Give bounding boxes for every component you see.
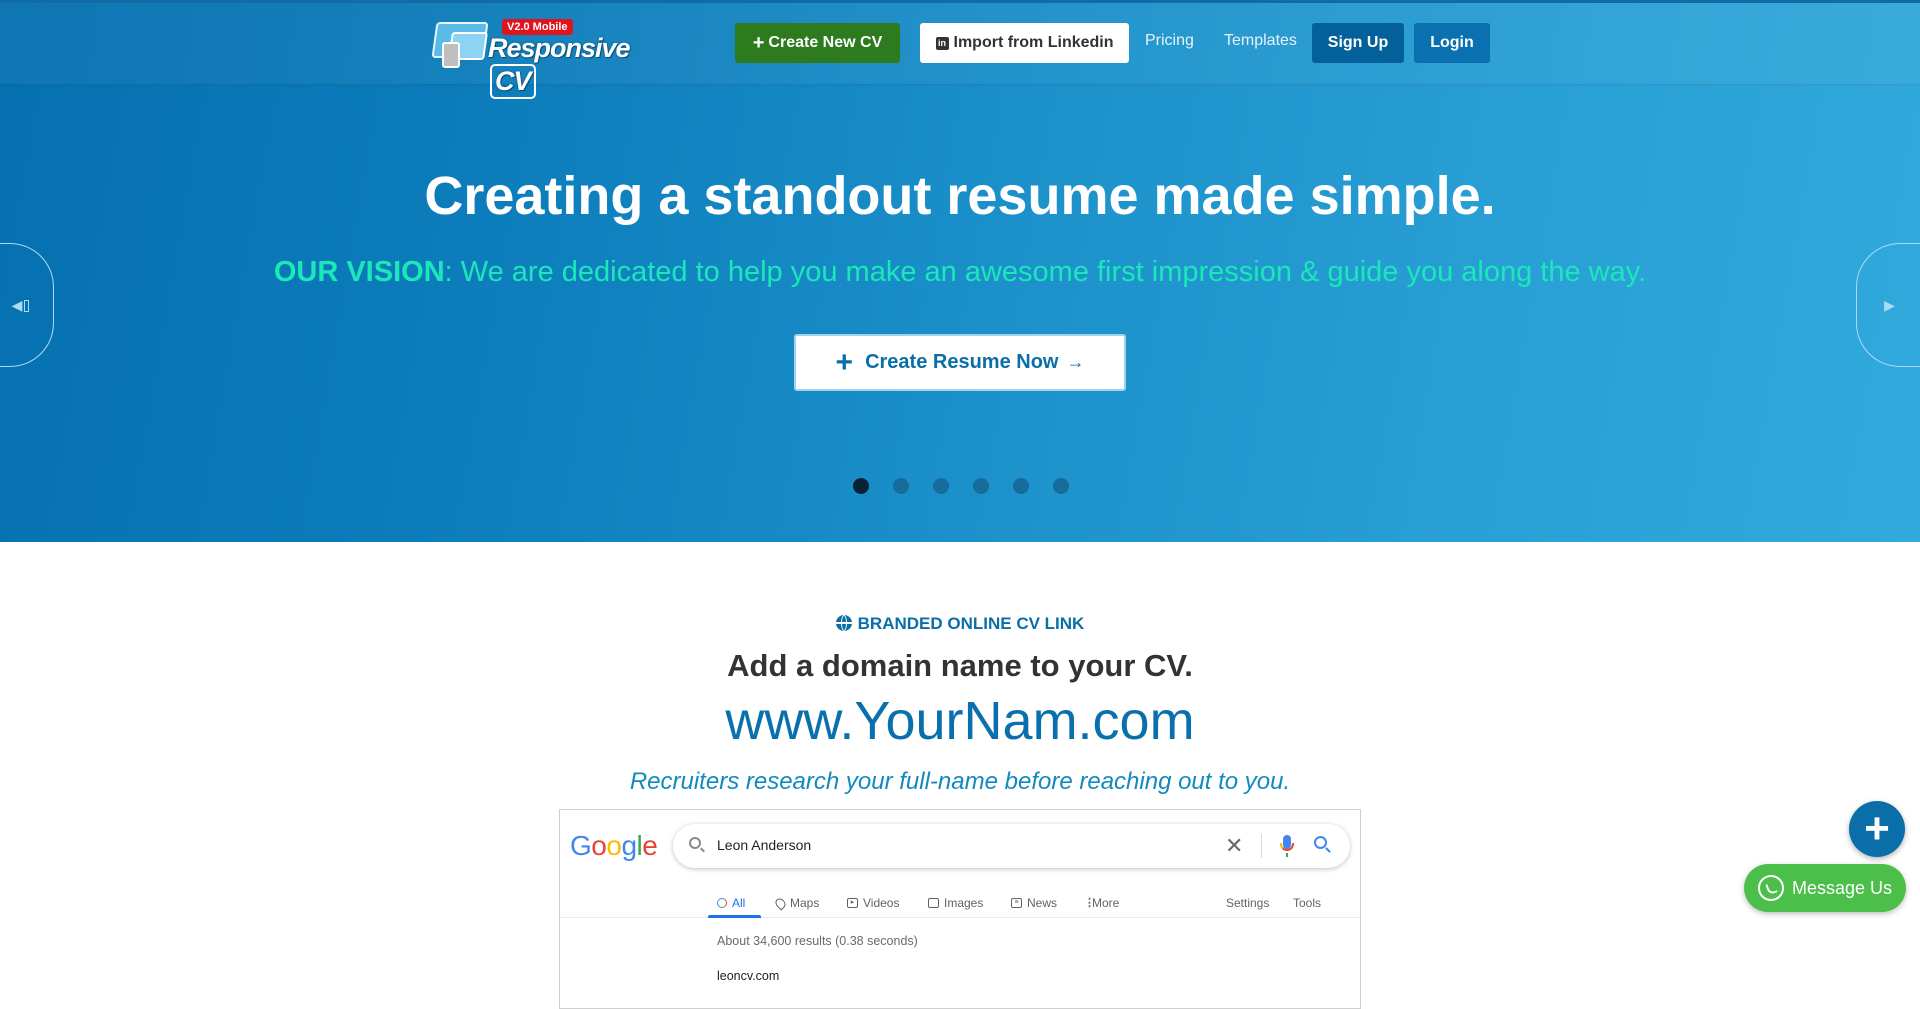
carousel-dot[interactable] <box>1013 478 1029 494</box>
google-tabs: All Maps ▸ Videos Images ≡ News ⋮ More Sett… <box>560 888 1360 918</box>
chevron-right-icon: ▶ <box>1884 296 1895 313</box>
carousel-dot[interactable] <box>973 478 989 494</box>
floating-add-button[interactable]: + <box>1849 801 1905 857</box>
google-tab-more: ⋮ More <box>1084 896 1120 910</box>
search-result-link: leoncv.com <box>717 969 780 983</box>
section-tagline: Recruiters research your full-name befor… <box>629 768 1291 795</box>
hero-title: Creating a standout resume made simple. <box>424 166 1496 226</box>
map-pin-icon <box>773 895 788 911</box>
chevron-left-icon: ◀ <box>12 297 30 314</box>
google-tab-videos: ▸ Videos <box>847 896 899 910</box>
linkedin-icon: in <box>935 36 949 50</box>
plus-icon: + <box>752 32 765 54</box>
carousel-dot[interactable] <box>1053 478 1069 494</box>
google-tab-maps: Maps <box>773 895 819 911</box>
google-tab-all: All <box>717 896 745 910</box>
hero-section: V2.0 Mobile ResponsiveCV + Create New CV… <box>0 0 1920 542</box>
divider <box>1261 834 1262 858</box>
google-settings: Settings <box>1226 896 1270 910</box>
news-icon: ≡ <box>1011 898 1022 908</box>
logo-wordmark: ResponsiveCV <box>488 33 652 99</box>
google-search-box: Leon Anderson ✕ <box>673 824 1350 868</box>
kicker-label: BRANDED ONLINE CV LINK <box>857 614 1085 633</box>
logo-cv: CV <box>490 64 536 99</box>
message-us-button[interactable]: Message Us <box>1744 864 1906 912</box>
cta-label: Create Resume Now <box>865 351 1059 373</box>
google-logo: Google <box>570 830 658 862</box>
carousel-dot[interactable] <box>853 478 869 494</box>
google-search-mockup: Google Leon Anderson ✕ All Maps ▸ Videos … <box>559 809 1361 1009</box>
message-us-label: Message Us <box>1791 877 1893 898</box>
create-new-cv-label: Create New CV <box>768 34 883 51</box>
search-icon <box>717 898 727 908</box>
google-logo-letter: G <box>570 830 592 861</box>
carousel-next-button[interactable]: ▶ <box>1856 243 1920 367</box>
section-kicker: BRANDED ONLINE CV LINK <box>0 614 1920 634</box>
close-icon: ✕ <box>1225 833 1244 858</box>
active-tab-indicator <box>708 915 761 918</box>
logo-phone-icon <box>442 42 460 68</box>
carousel-dot[interactable] <box>933 478 949 494</box>
more-vertical-icon: ⋮ <box>1084 897 1095 909</box>
plus-icon: + <box>835 345 854 379</box>
vision-label: OUR VISION <box>273 256 445 288</box>
section-subtitle: Add a domain name to your CV. <box>727 648 1193 683</box>
result-stats: About 34,600 results (0.38 seconds) <box>717 934 918 948</box>
microphone-stand <box>1286 853 1288 857</box>
google-tab-images: Images <box>928 896 983 910</box>
logo-word: Responsive <box>488 33 631 63</box>
domain-example: www.YourNam.com <box>725 691 1195 751</box>
whatsapp-icon <box>1757 875 1784 901</box>
google-logo-letter: o <box>606 830 622 861</box>
image-icon <box>928 898 939 908</box>
carousel-prev-button[interactable]: ◀ <box>0 243 54 367</box>
navbar: V2.0 Mobile ResponsiveCV + Create New CV… <box>0 0 1920 99</box>
vision-statement: OUR VISION: We are dedicated to help you… <box>0 256 1920 289</box>
google-tab-news: ≡ News <box>1011 896 1057 910</box>
google-logo-letter: e <box>642 830 658 861</box>
search-icon <box>689 837 701 849</box>
microphone-icon <box>1280 835 1294 851</box>
video-icon: ▸ <box>847 898 858 908</box>
search-query: Leon Anderson <box>717 837 812 853</box>
google-logo-letter: o <box>591 830 607 861</box>
nav-link-pricing[interactable]: Pricing <box>1145 32 1194 50</box>
import-linkedin-button[interactable]: in Import from Linkedin <box>920 23 1129 63</box>
login-button[interactable]: Login <box>1414 23 1490 63</box>
globe-icon <box>835 615 852 631</box>
import-linkedin-label: Import from Linkedin <box>953 34 1114 51</box>
create-resume-now-button[interactable]: + Create Resume Now → <box>794 334 1126 391</box>
nav-link-templates[interactable]: Templates <box>1224 32 1297 50</box>
sign-up-button[interactable]: Sign Up <box>1312 23 1404 63</box>
carousel-indicators <box>853 478 1069 494</box>
search-submit-icon <box>1314 836 1327 849</box>
carousel-dot[interactable] <box>893 478 909 494</box>
google-tools: Tools <box>1293 896 1322 910</box>
logo[interactable]: V2.0 Mobile ResponsiveCV <box>430 18 652 99</box>
create-new-cv-button[interactable]: + Create New CV <box>735 23 900 63</box>
vision-text: : We are dedicated to help you make an a… <box>444 256 1647 288</box>
arrow-right-icon: → <box>1066 352 1085 372</box>
google-logo-letter: g <box>621 830 637 861</box>
